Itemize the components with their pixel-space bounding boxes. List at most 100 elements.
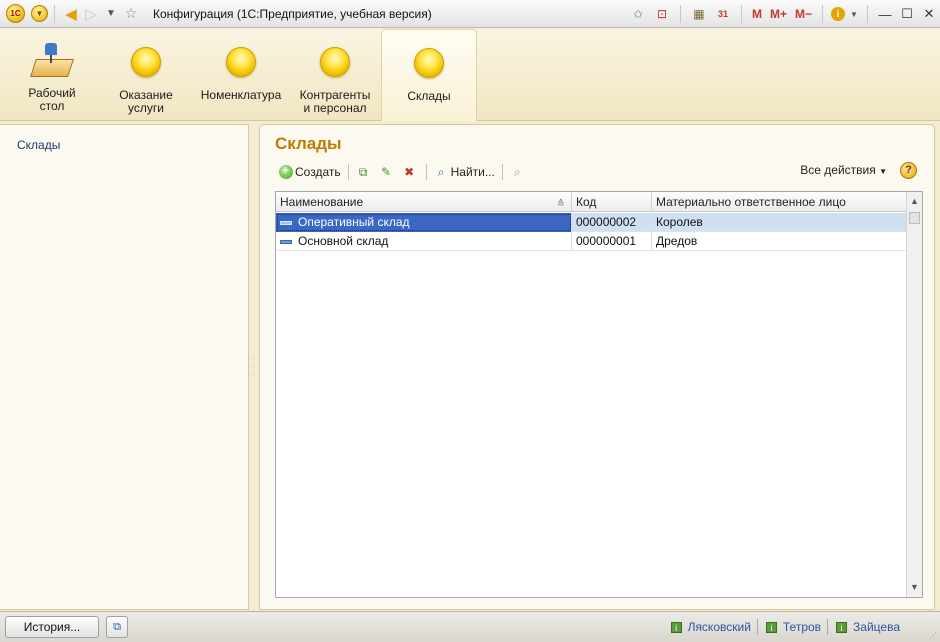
delete-button[interactable]: ✖ <box>399 162 422 182</box>
memory-button[interactable]: M <box>752 7 762 21</box>
user-info-icon: i <box>670 621 682 633</box>
history-dropdown-icon[interactable]: ▼ <box>101 8 121 19</box>
divider <box>54 4 55 23</box>
status-bar: История... ⧉ i Лясковский i Тетров i Зай… <box>0 611 940 642</box>
user-info-icon: i <box>765 621 777 633</box>
warehouses-table[interactable]: Наименование ≙ Код Материально ответстве… <box>275 191 923 598</box>
calendar-icon[interactable]: 31 <box>713 4 733 24</box>
divider <box>740 5 742 23</box>
section-label: услуги <box>128 101 164 115</box>
divider <box>822 5 823 23</box>
sections-panel: Рабочий стол Оказание услуги Номенклатур… <box>0 29 940 121</box>
column-header-label: Код <box>576 195 597 209</box>
favorite-star-icon[interactable]: ☆ <box>121 5 141 22</box>
user-name: Тетров <box>782 620 822 634</box>
resize-grip-icon[interactable]: ⋰ <box>929 632 937 640</box>
window-title: Конфигурация (1С:Предприятие, учебная ве… <box>153 6 432 21</box>
divider <box>679 5 681 23</box>
navigation-panel: Склады <box>0 124 249 610</box>
calculator-icon[interactable]: ▦ <box>689 4 709 24</box>
list-toolbar: + Создать ⧉ ✎ ✖ ⌕ Найти... ⌕ Все действи… <box>275 161 925 183</box>
column-header-person[interactable]: Материально ответственное лицо <box>652 192 907 212</box>
find-button[interactable]: ⌕ Найти... <box>431 162 498 182</box>
create-button[interactable]: + Создать <box>275 162 344 182</box>
section-orb-icon <box>320 47 350 77</box>
edit-button[interactable]: ✎ <box>376 162 399 182</box>
maximize-icon[interactable]: ☐ <box>896 6 918 22</box>
close-icon[interactable]: ✕ <box>918 6 940 22</box>
all-actions-menu[interactable]: Все действия ▼ <box>800 163 887 177</box>
column-header-code[interactable]: Код <box>572 192 652 212</box>
cell-text: Основной склад <box>298 234 389 248</box>
cell-name: Оперативный склад <box>276 213 572 232</box>
section-counterparties[interactable]: Контрагенты и персонал <box>294 29 376 121</box>
column-header-label: Материально ответственное лицо <box>656 195 846 209</box>
catalog-item-icon <box>280 220 292 225</box>
scroll-down-icon[interactable]: ▼ <box>907 579 922 596</box>
nav-link-warehouses[interactable]: Склады <box>17 138 60 152</box>
catalog-item-icon <box>280 239 292 244</box>
user-item[interactable]: i Зайцева <box>836 620 900 634</box>
info-dropdown-icon[interactable]: ▼ <box>849 4 859 24</box>
memory-plus-button[interactable]: M+ <box>770 7 787 21</box>
title-bar: 1С ▼ ◀ ▷ ▼ ☆ Конфигурация (1С:Предприяти… <box>0 0 940 28</box>
user-item[interactable]: i Тетров <box>765 620 822 634</box>
page-title: Склады <box>275 134 342 153</box>
copy-button[interactable]: ⧉ <box>353 162 376 182</box>
switch-windows-icon[interactable]: ⧉ <box>106 616 128 638</box>
create-label: Создать <box>295 165 341 179</box>
section-orb-icon <box>414 48 444 78</box>
link-icon[interactable]: ⊡ <box>652 4 672 24</box>
titlebar-tools: ✩ ⊡ ▦ 31 M M+ M− i ▼ — ☐ ✕ <box>626 0 940 28</box>
section-desktop[interactable]: Рабочий стол <box>10 29 94 121</box>
section-services[interactable]: Оказание услуги <box>104 29 188 121</box>
info-icon[interactable]: i <box>831 7 845 21</box>
section-orb-icon <box>226 47 256 77</box>
cancel-search-button[interactable]: ⌕ <box>507 162 530 182</box>
memory-minus-button[interactable]: M− <box>795 7 812 21</box>
user-item[interactable]: i Лясковский <box>670 620 751 634</box>
copy-icon: ⧉ <box>358 164 368 179</box>
cancel-search-icon: ⌕ <box>513 164 521 179</box>
cell-code: 000000002 <box>572 213 652 232</box>
cell-code: 000000001 <box>572 232 652 251</box>
section-orb-icon <box>131 47 161 77</box>
desktop-icon <box>30 41 74 83</box>
delete-mark-icon: ✖ <box>404 165 415 179</box>
cell-person: Королев <box>656 215 703 229</box>
section-nomenclature[interactable]: Номенклатура <box>198 29 284 121</box>
user-name: Зайцева <box>853 620 900 634</box>
section-warehouses[interactable]: Склады <box>381 29 477 121</box>
divider <box>425 164 427 180</box>
divider <box>827 619 829 635</box>
app-logo-icon[interactable]: 1С <box>6 4 25 23</box>
back-arrow-icon[interactable]: ◀ <box>61 5 81 23</box>
table-row[interactable]: Основной склад 000000001 Дредов <box>276 232 907 251</box>
panel-splitter-handle[interactable]: · · · <box>252 355 256 379</box>
all-actions-label: Все действия <box>800 163 876 177</box>
cell-person: Дредов <box>656 234 698 248</box>
sort-ascending-icon: ≙ <box>556 199 565 210</box>
help-icon[interactable]: ? <box>900 162 917 179</box>
section-label: Номенклатура <box>200 88 282 102</box>
scroll-up-icon[interactable]: ▲ <box>907 193 922 210</box>
active-users: i Лясковский i Тетров i Зайцева <box>663 619 900 635</box>
find-label: Найти... <box>450 165 495 179</box>
forward-arrow-icon[interactable]: ▷ <box>81 5 101 23</box>
divider <box>867 5 868 23</box>
table-row[interactable]: Оперативный склад 000000002 Королев <box>276 213 907 232</box>
add-favorite-icon[interactable]: ✩ <box>628 4 648 24</box>
user-info-icon: i <box>836 621 848 633</box>
cell-name: Основной склад <box>276 232 572 251</box>
main-menu-icon[interactable]: ▼ <box>31 5 48 22</box>
main-panel: Склады + Создать ⧉ ✎ ✖ ⌕ Найти... ⌕ Все … <box>259 124 935 610</box>
column-header-name[interactable]: Наименование ≙ <box>276 192 572 212</box>
section-label: Склады <box>407 89 451 103</box>
section-label: стол <box>39 99 65 113</box>
cell-text: Оперативный склад <box>298 215 410 229</box>
minimize-icon[interactable]: — <box>874 7 896 22</box>
history-button[interactable]: История... <box>5 616 99 638</box>
divider <box>347 164 349 180</box>
scroll-thumb[interactable] <box>909 212 920 224</box>
table-scrollbar[interactable]: ▲ ▼ <box>906 192 922 597</box>
